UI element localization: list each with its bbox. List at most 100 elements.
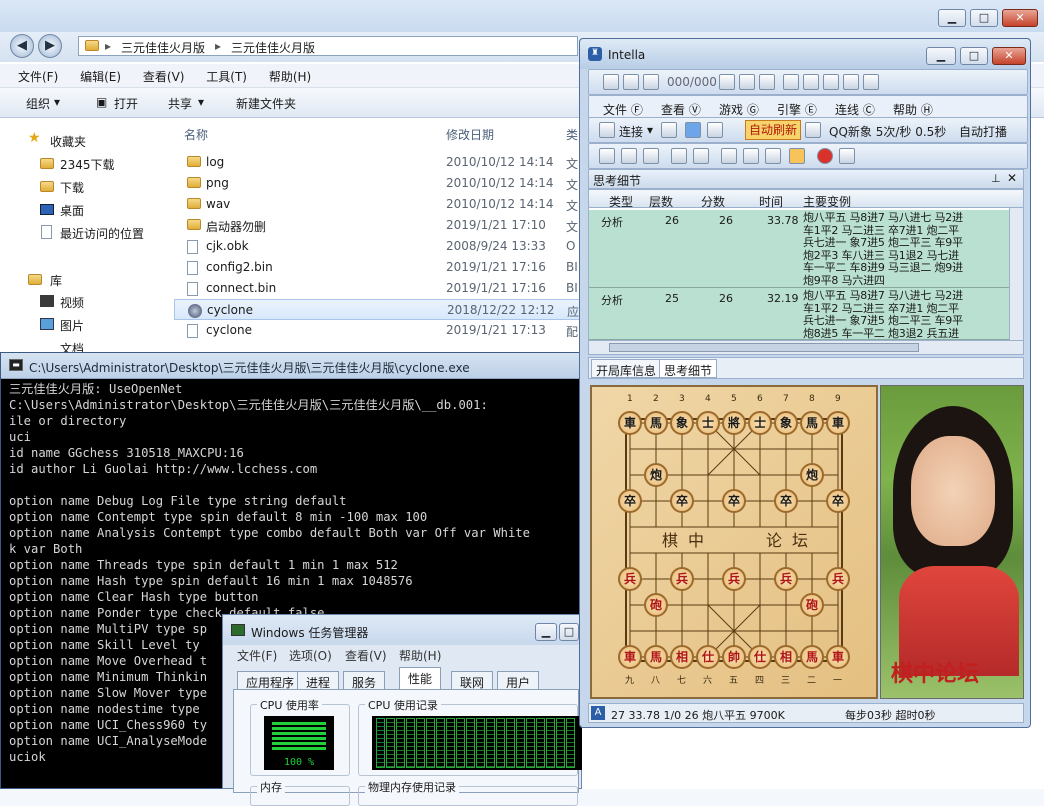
nav-favorites[interactable]: 收藏夹: [50, 133, 86, 150]
nav-item-desktop[interactable]: 桌面: [60, 202, 84, 219]
board-setup-icon[interactable]: [671, 148, 687, 164]
nav-lib-pictures[interactable]: 图片: [60, 317, 84, 334]
tab-processes[interactable]: 进程: [297, 671, 340, 691]
auto-refresh-button[interactable]: 自动刷新: [745, 120, 801, 140]
black-piece[interactable]: 象: [670, 411, 694, 435]
scroll-thumb[interactable]: [609, 343, 919, 352]
red-piece[interactable]: 馬: [800, 645, 824, 669]
tab-performance[interactable]: 性能: [399, 667, 442, 691]
red-piece[interactable]: 車: [618, 645, 642, 669]
col-score[interactable]: 分数: [701, 193, 725, 210]
black-piece[interactable]: 馬: [644, 411, 668, 435]
file-row[interactable]: cyclone 2019/1/21 17:13 配: [174, 320, 586, 341]
black-piece[interactable]: 車: [618, 411, 642, 435]
tab-applications[interactable]: 应用程序: [237, 671, 304, 691]
flip-board-icon[interactable]: [783, 74, 799, 90]
red-piece[interactable]: 兵: [670, 567, 694, 591]
red-piece[interactable]: 仕: [696, 645, 720, 669]
red-piece[interactable]: 相: [774, 645, 798, 669]
stop-icon[interactable]: [817, 148, 833, 164]
vertical-scrollbar[interactable]: [1009, 208, 1023, 340]
red-piece[interactable]: 帥: [722, 645, 746, 669]
back-button[interactable]: ◀: [10, 34, 34, 58]
breadcrumb-item[interactable]: 三元佳佳火月版: [121, 39, 205, 56]
prev-move-icon[interactable]: [643, 74, 659, 90]
black-piece[interactable]: 馬: [800, 411, 824, 435]
in-menu-connect[interactable]: 连线 Ⓒ: [835, 101, 875, 118]
black-piece[interactable]: 象: [774, 411, 798, 435]
black-piece[interactable]: 炮: [644, 463, 668, 487]
cloud-icon[interactable]: [685, 122, 701, 138]
panel-close-icon[interactable]: ✕: [1007, 171, 1017, 185]
column-type[interactable]: 类: [566, 126, 578, 143]
tm-menu-view[interactable]: 查看(V): [345, 647, 387, 664]
red-piece[interactable]: 砲: [644, 593, 668, 617]
chess-board[interactable]: 棋中论坛123456789九八七六五四三二一 車馬象士將士象馬車炮炮卒卒卒卒卒兵…: [590, 385, 878, 699]
horizontal-scrollbar[interactable]: [589, 340, 1023, 354]
maximize-button[interactable]: □: [559, 623, 579, 641]
open-button[interactable]: 打开: [114, 95, 138, 112]
open-icon[interactable]: [621, 148, 637, 164]
column-name[interactable]: 名称: [184, 126, 208, 143]
black-piece[interactable]: 士: [696, 411, 720, 435]
menu-tools[interactable]: 工具(T): [197, 64, 256, 85]
black-piece[interactable]: 卒: [618, 489, 642, 513]
red-piece[interactable]: 兵: [774, 567, 798, 591]
tab-thinking-details[interactable]: 思考细节: [659, 359, 718, 378]
black-piece[interactable]: 卒: [826, 489, 850, 513]
black-piece[interactable]: 將: [722, 411, 746, 435]
monitor-dark-icon[interactable]: [765, 148, 781, 164]
share-button[interactable]: 共享: [168, 95, 192, 112]
red-piece[interactable]: 仕: [748, 645, 772, 669]
nav-item-recent[interactable]: 最近访问的位置: [60, 225, 144, 242]
col-time[interactable]: 时间: [759, 193, 783, 210]
in-menu-engine[interactable]: 引擎 Ⓔ: [777, 101, 817, 118]
red-piece[interactable]: 兵: [618, 567, 642, 591]
refresh-icon[interactable]: [805, 122, 821, 138]
file-row[interactable]: cyclone 2018/12/22 12:12 应: [174, 299, 586, 320]
in-menu-view[interactable]: 查看 Ⓥ: [661, 101, 701, 118]
black-piece[interactable]: 士: [748, 411, 772, 435]
auto-play-button[interactable]: 自动打播: [959, 123, 1007, 140]
close-button[interactable]: ✕: [992, 47, 1026, 65]
file-row[interactable]: 启动器勿删 2019/1/21 17:10 文: [174, 215, 586, 236]
clock-icon[interactable]: [693, 148, 709, 164]
in-menu-help[interactable]: 帮助 Ⓗ: [893, 101, 933, 118]
tab-opening-book[interactable]: 开局库信息: [591, 359, 662, 378]
tab-services[interactable]: 服务: [343, 671, 386, 691]
red-piece[interactable]: 相: [670, 645, 694, 669]
black-piece[interactable]: 炮: [800, 463, 824, 487]
black-piece[interactable]: 卒: [670, 489, 694, 513]
paste-icon[interactable]: [823, 74, 839, 90]
red-piece[interactable]: 砲: [800, 593, 824, 617]
pin-icon[interactable]: ⊥: [991, 172, 1001, 185]
next-move-icon[interactable]: [719, 74, 735, 90]
minimize-button[interactable]: ▁: [926, 47, 956, 65]
black-piece[interactable]: 卒: [722, 489, 746, 513]
monitor-red-icon[interactable]: [743, 148, 759, 164]
file-row[interactable]: log 2010/10/12 14:14 文: [174, 152, 586, 173]
red-piece[interactable]: 兵: [722, 567, 746, 591]
image-icon[interactable]: [843, 74, 859, 90]
export-icon[interactable]: [863, 74, 879, 90]
tm-menu-file[interactable]: 文件(F): [237, 647, 277, 664]
forward-button[interactable]: ▶: [38, 34, 62, 58]
black-piece[interactable]: 卒: [774, 489, 798, 513]
file-row[interactable]: cjk.obk 2008/9/24 13:33 O: [174, 236, 586, 257]
copy-icon[interactable]: [803, 74, 819, 90]
red-piece[interactable]: 馬: [644, 645, 668, 669]
column-date[interactable]: 修改日期: [446, 126, 494, 143]
menu-file[interactable]: 文件(F): [9, 64, 67, 85]
menu-help[interactable]: 帮助(H): [260, 64, 320, 85]
first-move-icon[interactable]: [603, 74, 619, 90]
breadcrumb-item[interactable]: 三元佳佳火月版: [231, 39, 315, 56]
engine-settings-icon[interactable]: [661, 122, 677, 138]
black-piece[interactable]: 車: [826, 411, 850, 435]
next-fast-icon[interactable]: [739, 74, 755, 90]
menu-edit[interactable]: 编辑(E): [71, 64, 130, 85]
table-row[interactable]: 分析 25 26 32.19 炮八平五 马8进7 马八进七 马2进 车1平2 马…: [589, 288, 1023, 340]
close-button[interactable]: ✕: [1002, 9, 1038, 27]
minimize-button[interactable]: ▁: [535, 623, 557, 641]
file-row[interactable]: png 2010/10/12 14:14 文: [174, 173, 586, 194]
nav-library[interactable]: 库: [50, 272, 62, 289]
